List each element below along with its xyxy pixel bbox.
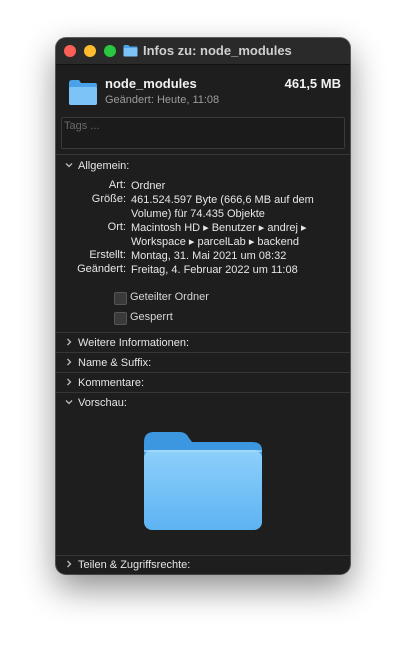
kind-value: Ordner: [131, 180, 166, 192]
section-sharing-permissions-label: Teilen & Zugriffsrechte:: [78, 559, 191, 571]
shared-folder-checkbox[interactable]: [114, 292, 127, 305]
kind-label: Art:: [108, 179, 126, 191]
location-label: Ort:: [107, 221, 126, 233]
window-title: Infos zu: node_modules: [143, 43, 292, 58]
size-value-line2: Volume) für 74.435 Objekte: [131, 208, 265, 220]
section-more-info[interactable]: Weitere Informationen:: [56, 334, 350, 353]
location-value-line2: Workspace ▸ parcelLab ▸ backend: [131, 236, 299, 248]
tags-placeholder: Tags ...: [64, 120, 100, 132]
file-name: node_modules: [105, 76, 197, 91]
section-general-label: Allgemein:: [78, 160, 130, 172]
divider: [56, 352, 350, 353]
locked-label: Gesperrt: [130, 311, 173, 323]
size-label: Größe:: [91, 193, 126, 205]
section-sharing-permissions[interactable]: Teilen & Zugriffsrechte:: [56, 556, 350, 574]
folder-icon: [123, 45, 138, 57]
chevron-right-icon: [67, 560, 72, 568]
folder-icon: [144, 432, 262, 530]
locked-checkbox[interactable]: [114, 312, 127, 325]
chevron-right-icon: [67, 358, 72, 366]
section-preview-label: Vorschau:: [78, 397, 127, 409]
shared-folder-label: Geteilter Ordner: [130, 291, 209, 303]
info-window: Infos zu: node_modules node_modules 461,…: [56, 38, 350, 574]
section-comments-label: Kommentare:: [78, 377, 145, 389]
section-comments[interactable]: Kommentare:: [56, 374, 350, 393]
created-label: Erstellt:: [89, 249, 126, 261]
title-bar[interactable]: Infos zu: node_modules: [56, 38, 350, 65]
section-preview[interactable]: Vorschau:: [56, 394, 350, 413]
divider: [56, 332, 350, 333]
close-button[interactable]: [64, 45, 76, 57]
section-more-info-label: Weitere Informationen:: [78, 337, 190, 349]
modified-date: Geändert: Heute, 11:08: [105, 94, 220, 106]
divider: [56, 154, 350, 155]
size-value-line1: 461.524.597 Byte (666,6 MB auf dem: [131, 194, 314, 206]
created-value: Montag, 31. Mai 2021 um 08:32: [131, 250, 287, 262]
modified-label: Geändert:: [77, 263, 126, 275]
chevron-right-icon: [67, 378, 72, 386]
section-name-extension[interactable]: Name & Suffix:: [56, 354, 350, 373]
section-general[interactable]: Allgemein:: [56, 157, 350, 176]
file-size: 461,5 MB: [284, 76, 341, 91]
chevron-right-icon: [67, 338, 72, 346]
chevron-down-icon: [65, 163, 73, 168]
chevron-down-icon: [65, 400, 73, 405]
zoom-button[interactable]: [104, 45, 116, 57]
tags-input[interactable]: Tags ...: [61, 117, 345, 149]
divider: [56, 392, 350, 393]
section-name-extension-label: Name & Suffix:: [78, 357, 152, 369]
divider: [56, 372, 350, 373]
minimize-button[interactable]: [84, 45, 96, 57]
modified-value: Freitag, 4. Februar 2022 um 11:08: [131, 264, 298, 276]
folder-icon: [69, 80, 97, 105]
location-value-line1: Macintosh HD ▸ Benutzer ▸ andrej ▸: [131, 222, 307, 234]
